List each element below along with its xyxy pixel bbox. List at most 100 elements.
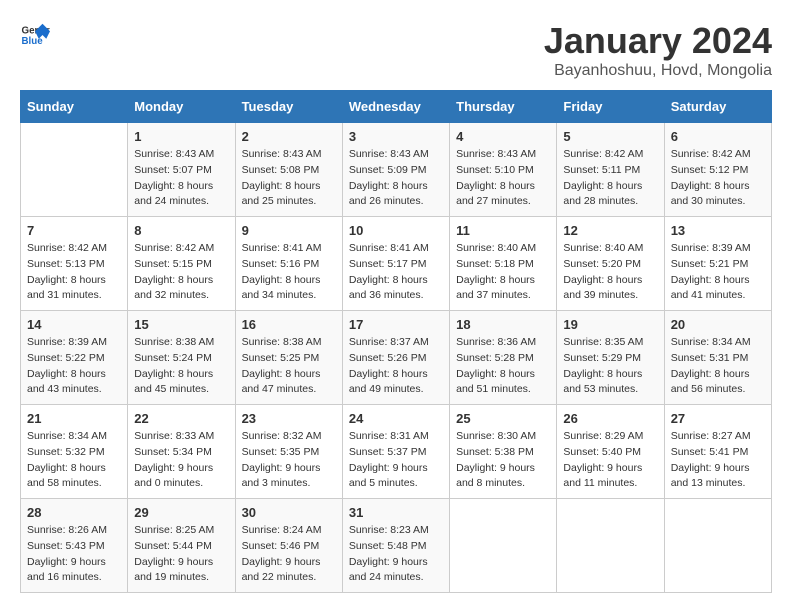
day-info: Sunrise: 8:30 AMSunset: 5:38 PMDaylight:… [456,429,550,492]
cell-w3-d0: 14 Sunrise: 8:39 AMSunset: 5:22 PMDaylig… [21,311,128,405]
day-info: Sunrise: 8:32 AMSunset: 5:35 PMDaylight:… [242,429,336,492]
logo: General Blue [20,20,50,50]
title-section: January 2024 Bayanhoshuu, Hovd, Mongolia [544,20,772,80]
month-title: January 2024 [544,20,772,62]
day-info: Sunrise: 8:42 AMSunset: 5:12 PMDaylight:… [671,147,765,210]
cell-w3-d4: 18 Sunrise: 8:36 AMSunset: 5:28 PMDaylig… [450,311,557,405]
cell-w1-d6: 6 Sunrise: 8:42 AMSunset: 5:12 PMDayligh… [664,123,771,217]
day-info: Sunrise: 8:42 AMSunset: 5:13 PMDaylight:… [27,241,121,304]
day-number: 25 [456,411,550,426]
day-number: 31 [349,505,443,520]
day-info: Sunrise: 8:43 AMSunset: 5:10 PMDaylight:… [456,147,550,210]
day-number: 18 [456,317,550,332]
svg-text:Blue: Blue [22,36,44,47]
cell-w1-d5: 5 Sunrise: 8:42 AMSunset: 5:11 PMDayligh… [557,123,664,217]
day-number: 14 [27,317,121,332]
day-info: Sunrise: 8:34 AMSunset: 5:32 PMDaylight:… [27,429,121,492]
day-number: 29 [134,505,228,520]
day-info: Sunrise: 8:42 AMSunset: 5:15 PMDaylight:… [134,241,228,304]
col-thursday: Thursday [450,91,557,123]
day-number: 1 [134,129,228,144]
cell-w1-d2: 2 Sunrise: 8:43 AMSunset: 5:08 PMDayligh… [235,123,342,217]
cell-w2-d4: 11 Sunrise: 8:40 AMSunset: 5:18 PMDaylig… [450,217,557,311]
day-number: 3 [349,129,443,144]
day-info: Sunrise: 8:25 AMSunset: 5:44 PMDaylight:… [134,523,228,586]
day-info: Sunrise: 8:34 AMSunset: 5:31 PMDaylight:… [671,335,765,398]
col-sunday: Sunday [21,91,128,123]
day-number: 2 [242,129,336,144]
day-number: 22 [134,411,228,426]
day-number: 19 [563,317,657,332]
day-number: 10 [349,223,443,238]
cell-w5-d0: 28 Sunrise: 8:26 AMSunset: 5:43 PMDaylig… [21,499,128,593]
day-number: 7 [27,223,121,238]
day-info: Sunrise: 8:41 AMSunset: 5:17 PMDaylight:… [349,241,443,304]
location-subtitle: Bayanhoshuu, Hovd, Mongolia [544,62,772,80]
cell-w2-d5: 12 Sunrise: 8:40 AMSunset: 5:20 PMDaylig… [557,217,664,311]
day-number: 21 [27,411,121,426]
cell-w3-d5: 19 Sunrise: 8:35 AMSunset: 5:29 PMDaylig… [557,311,664,405]
day-number: 24 [349,411,443,426]
cell-w4-d1: 22 Sunrise: 8:33 AMSunset: 5:34 PMDaylig… [128,405,235,499]
day-number: 12 [563,223,657,238]
cell-w5-d5 [557,499,664,593]
cell-w4-d0: 21 Sunrise: 8:34 AMSunset: 5:32 PMDaylig… [21,405,128,499]
cell-w5-d6 [664,499,771,593]
cell-w5-d3: 31 Sunrise: 8:23 AMSunset: 5:48 PMDaylig… [342,499,449,593]
day-info: Sunrise: 8:39 AMSunset: 5:22 PMDaylight:… [27,335,121,398]
cell-w4-d4: 25 Sunrise: 8:30 AMSunset: 5:38 PMDaylig… [450,405,557,499]
day-number: 20 [671,317,765,332]
day-info: Sunrise: 8:27 AMSunset: 5:41 PMDaylight:… [671,429,765,492]
header: General Blue January 2024 Bayanhoshuu, H… [20,20,772,80]
week-row-2: 7 Sunrise: 8:42 AMSunset: 5:13 PMDayligh… [21,217,772,311]
day-info: Sunrise: 8:26 AMSunset: 5:43 PMDaylight:… [27,523,121,586]
day-info: Sunrise: 8:38 AMSunset: 5:25 PMDaylight:… [242,335,336,398]
col-friday: Friday [557,91,664,123]
cell-w4-d6: 27 Sunrise: 8:27 AMSunset: 5:41 PMDaylig… [664,405,771,499]
calendar-table: Sunday Monday Tuesday Wednesday Thursday… [20,90,772,593]
day-number: 8 [134,223,228,238]
cell-w1-d4: 4 Sunrise: 8:43 AMSunset: 5:10 PMDayligh… [450,123,557,217]
day-number: 17 [349,317,443,332]
day-info: Sunrise: 8:40 AMSunset: 5:20 PMDaylight:… [563,241,657,304]
cell-w3-d3: 17 Sunrise: 8:37 AMSunset: 5:26 PMDaylig… [342,311,449,405]
cell-w2-d6: 13 Sunrise: 8:39 AMSunset: 5:21 PMDaylig… [664,217,771,311]
col-wednesday: Wednesday [342,91,449,123]
col-monday: Monday [128,91,235,123]
cell-w5-d4 [450,499,557,593]
day-number: 11 [456,223,550,238]
day-number: 16 [242,317,336,332]
cell-w2-d3: 10 Sunrise: 8:41 AMSunset: 5:17 PMDaylig… [342,217,449,311]
day-number: 4 [456,129,550,144]
day-info: Sunrise: 8:24 AMSunset: 5:46 PMDaylight:… [242,523,336,586]
cell-w3-d2: 16 Sunrise: 8:38 AMSunset: 5:25 PMDaylig… [235,311,342,405]
day-info: Sunrise: 8:43 AMSunset: 5:09 PMDaylight:… [349,147,443,210]
day-info: Sunrise: 8:31 AMSunset: 5:37 PMDaylight:… [349,429,443,492]
col-tuesday: Tuesday [235,91,342,123]
cell-w3-d1: 15 Sunrise: 8:38 AMSunset: 5:24 PMDaylig… [128,311,235,405]
day-info: Sunrise: 8:38 AMSunset: 5:24 PMDaylight:… [134,335,228,398]
day-info: Sunrise: 8:37 AMSunset: 5:26 PMDaylight:… [349,335,443,398]
day-number: 13 [671,223,765,238]
cell-w4-d5: 26 Sunrise: 8:29 AMSunset: 5:40 PMDaylig… [557,405,664,499]
cell-w2-d1: 8 Sunrise: 8:42 AMSunset: 5:15 PMDayligh… [128,217,235,311]
day-number: 9 [242,223,336,238]
day-number: 23 [242,411,336,426]
week-row-4: 21 Sunrise: 8:34 AMSunset: 5:32 PMDaylig… [21,405,772,499]
day-number: 6 [671,129,765,144]
week-row-5: 28 Sunrise: 8:26 AMSunset: 5:43 PMDaylig… [21,499,772,593]
cell-w2-d2: 9 Sunrise: 8:41 AMSunset: 5:16 PMDayligh… [235,217,342,311]
cell-w3-d6: 20 Sunrise: 8:34 AMSunset: 5:31 PMDaylig… [664,311,771,405]
day-info: Sunrise: 8:41 AMSunset: 5:16 PMDaylight:… [242,241,336,304]
cell-w1-d0 [21,123,128,217]
day-info: Sunrise: 8:43 AMSunset: 5:07 PMDaylight:… [134,147,228,210]
day-number: 15 [134,317,228,332]
day-info: Sunrise: 8:42 AMSunset: 5:11 PMDaylight:… [563,147,657,210]
header-row: Sunday Monday Tuesday Wednesday Thursday… [21,91,772,123]
day-number: 27 [671,411,765,426]
day-number: 5 [563,129,657,144]
cell-w2-d0: 7 Sunrise: 8:42 AMSunset: 5:13 PMDayligh… [21,217,128,311]
day-info: Sunrise: 8:29 AMSunset: 5:40 PMDaylight:… [563,429,657,492]
cell-w4-d3: 24 Sunrise: 8:31 AMSunset: 5:37 PMDaylig… [342,405,449,499]
day-info: Sunrise: 8:35 AMSunset: 5:29 PMDaylight:… [563,335,657,398]
